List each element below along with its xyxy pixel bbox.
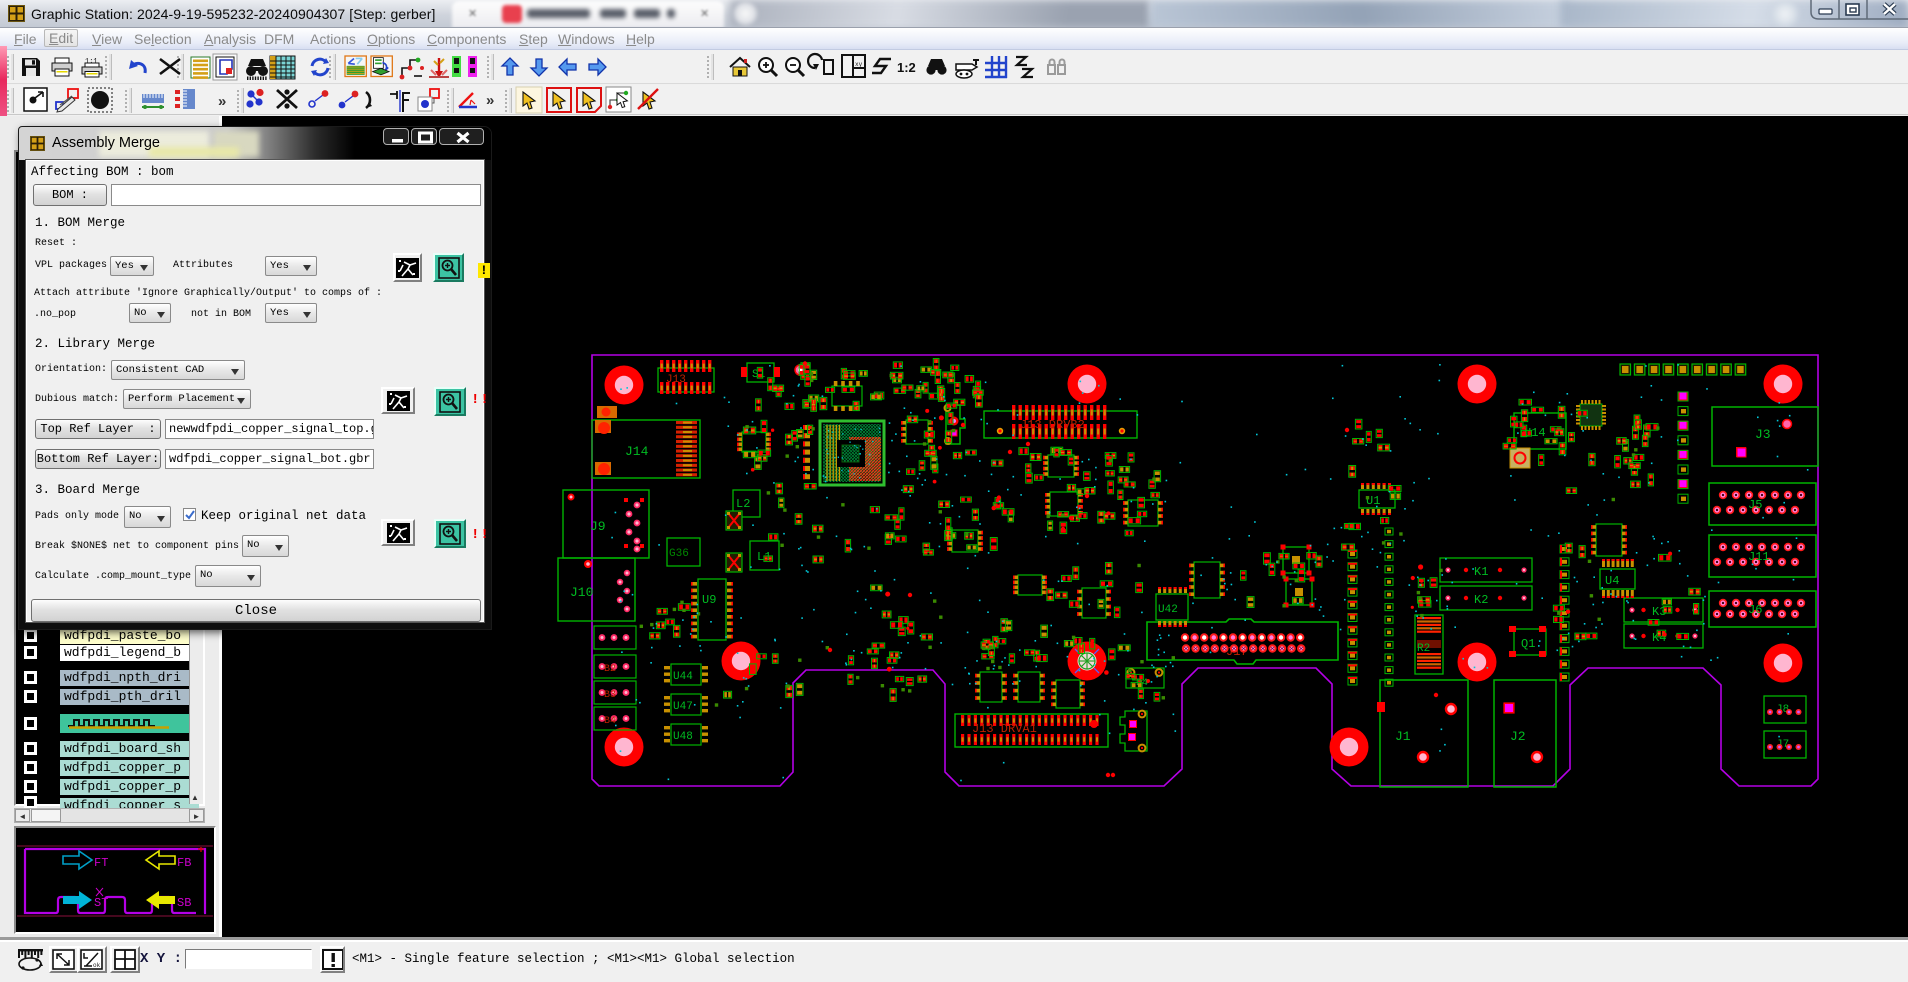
svg-text:ok: ok <box>93 962 101 969</box>
svg-text:U42: U42 <box>1158 604 1178 616</box>
svg-text:K1: K1 <box>1474 565 1488 579</box>
svg-text:J13 DRVB2: J13 DRVB2 <box>1020 418 1085 432</box>
svg-text:R2: R2 <box>1417 643 1430 655</box>
svg-text:L2: L2 <box>736 497 750 511</box>
svg-text:J2: J2 <box>1510 729 1526 744</box>
svg-text:J13 DRVA1: J13 DRVA1 <box>972 722 1037 736</box>
svg-text:1:2: 1:2 <box>897 60 916 75</box>
svg-text:SB: SB <box>177 896 191 910</box>
svg-text:FT: FT <box>94 856 108 870</box>
svg-text:U48: U48 <box>673 731 693 743</box>
svg-text:J10: J10 <box>570 585 593 600</box>
svg-text:J3: J3 <box>1755 427 1771 442</box>
svg-text:U47: U47 <box>673 701 693 713</box>
svg-text:J6: J6 <box>1748 603 1762 617</box>
svg-text:J11: J11 <box>1748 550 1770 564</box>
svg-text:J1: J1 <box>1395 729 1411 744</box>
svg-text:ST: ST <box>94 896 108 910</box>
svg-text:U4: U4 <box>1605 574 1619 588</box>
svg-text:J5: J5 <box>1748 498 1762 512</box>
svg-text:J14: J14 <box>625 444 649 459</box>
svg-text:J9: J9 <box>590 519 606 534</box>
svg-text:G36: G36 <box>669 548 689 560</box>
svg-text:»: » <box>218 93 226 110</box>
svg-text:Q1: Q1 <box>1521 637 1535 651</box>
svg-text:xy: xy <box>855 61 863 68</box>
svg-text:»: » <box>486 92 494 109</box>
svg-text:K2: K2 <box>1474 593 1488 607</box>
svg-text:U14: U14 <box>1524 426 1546 440</box>
svg-text:J13: J13 <box>666 374 686 386</box>
svg-text:U9: U9 <box>702 593 716 607</box>
svg-text:U44: U44 <box>673 671 693 683</box>
svg-text:B2: B2 <box>604 664 616 675</box>
svg-text:B4: B4 <box>604 716 616 727</box>
svg-text:B3: B3 <box>604 690 616 701</box>
svg-text:FB: FB <box>177 856 191 870</box>
